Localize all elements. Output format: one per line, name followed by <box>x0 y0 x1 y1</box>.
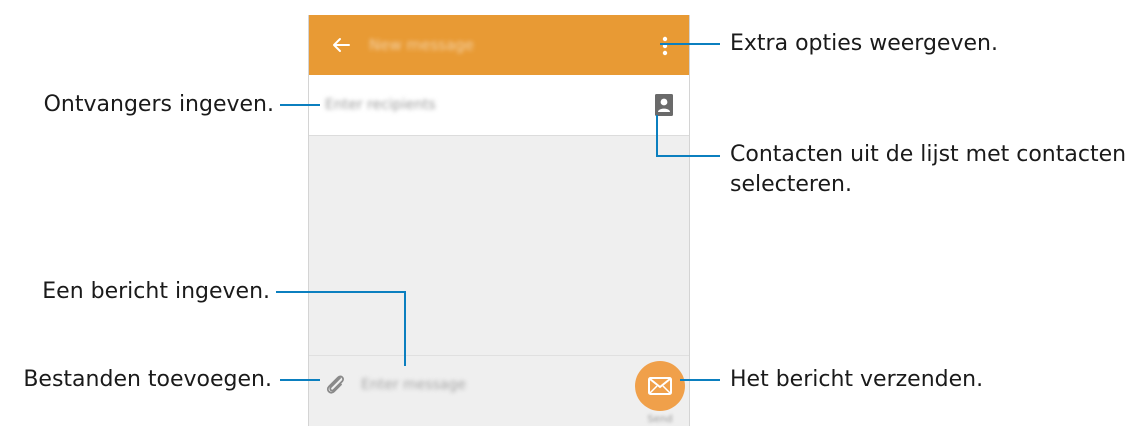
phone-screen: New message Enter recipients Enter messa… <box>308 15 690 426</box>
message-area <box>309 136 689 354</box>
compose-bar: Send <box>309 355 689 426</box>
callout-line-attach <box>280 379 320 381</box>
callout-message: Een bericht ingeven. <box>42 279 270 304</box>
callout-attach: Bestanden toevoegen. <box>23 367 272 392</box>
paperclip-icon[interactable] <box>323 372 349 398</box>
app-bar: New message <box>309 15 689 75</box>
send-button[interactable] <box>635 361 685 411</box>
callout-line-message-vertical <box>404 291 406 366</box>
message-input[interactable] <box>361 370 611 400</box>
callout-line-more-options <box>660 43 720 45</box>
callout-contacts-line2: selecteren. <box>730 172 852 197</box>
contact-card-icon[interactable] <box>655 94 673 116</box>
callout-line-contacts-vertical <box>656 115 658 157</box>
more-vertical-icon[interactable] <box>659 35 671 57</box>
callout-line-recipients <box>280 104 320 106</box>
stage: New message Enter recipients Enter messa… <box>0 0 1136 426</box>
recipient-row <box>309 75 689 136</box>
callout-contacts-line1: Contacten uit de lijst met contacten <box>730 142 1127 167</box>
page-title: New message <box>369 36 474 54</box>
callout-recipients: Ontvangers ingeven. <box>43 92 274 117</box>
recipient-input[interactable] <box>325 93 625 117</box>
envelope-icon <box>648 377 672 395</box>
callout-line-send <box>680 379 720 381</box>
callout-send: Het bericht verzenden. <box>730 367 984 392</box>
callout-line-message <box>276 291 406 293</box>
send-label: Send <box>647 414 673 425</box>
callout-more-options: Extra opties weergeven. <box>730 31 998 56</box>
callout-line-contacts <box>656 155 720 157</box>
arrow-left-icon[interactable] <box>329 33 353 57</box>
